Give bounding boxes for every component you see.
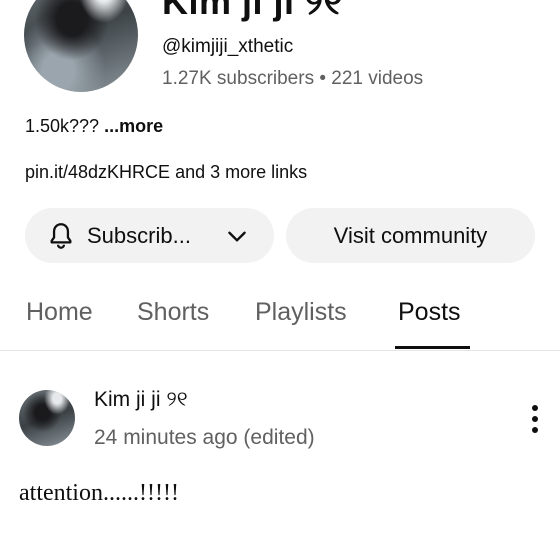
post-author-avatar[interactable] [19, 390, 75, 446]
post-text: attention......!!!!! [19, 480, 179, 506]
description-text: 1.50k??? [25, 116, 100, 136]
channel-name: Kim ji ji ୨୧ [162, 0, 343, 22]
tab-shorts[interactable]: Shorts [137, 298, 209, 327]
more-vertical-icon[interactable] [522, 402, 548, 436]
bell-icon [50, 222, 72, 249]
description-more-link[interactable]: ...more [104, 116, 163, 136]
subscribe-button[interactable]: Subscrib... [25, 208, 274, 263]
chevron-down-icon [228, 231, 246, 242]
channel-stats: 1.27K subscribers • 221 videos [162, 68, 424, 89]
channel-avatar[interactable] [24, 0, 138, 92]
channel-links[interactable]: pin.it/48dzKHRCE and 3 more links [25, 162, 307, 183]
channel-description[interactable]: 1.50k??? ...more [25, 116, 163, 137]
tab-posts[interactable]: Posts [398, 298, 461, 327]
tabs-divider [0, 350, 560, 351]
post-timestamp: 24 minutes ago (edited) [94, 426, 315, 449]
tab-home[interactable]: Home [26, 298, 93, 327]
tab-playlists[interactable]: Playlists [255, 298, 347, 327]
subscribe-label: Subscrib... [87, 222, 191, 248]
channel-handle: @kimjiji_xthetic [162, 36, 294, 57]
channel-tabs: Home Shorts Playlists Posts [0, 292, 560, 350]
visit-community-button[interactable]: Visit community [286, 208, 535, 263]
active-tab-indicator [395, 346, 470, 349]
post-author-name[interactable]: Kim ji ji ୨୧ [94, 388, 188, 412]
